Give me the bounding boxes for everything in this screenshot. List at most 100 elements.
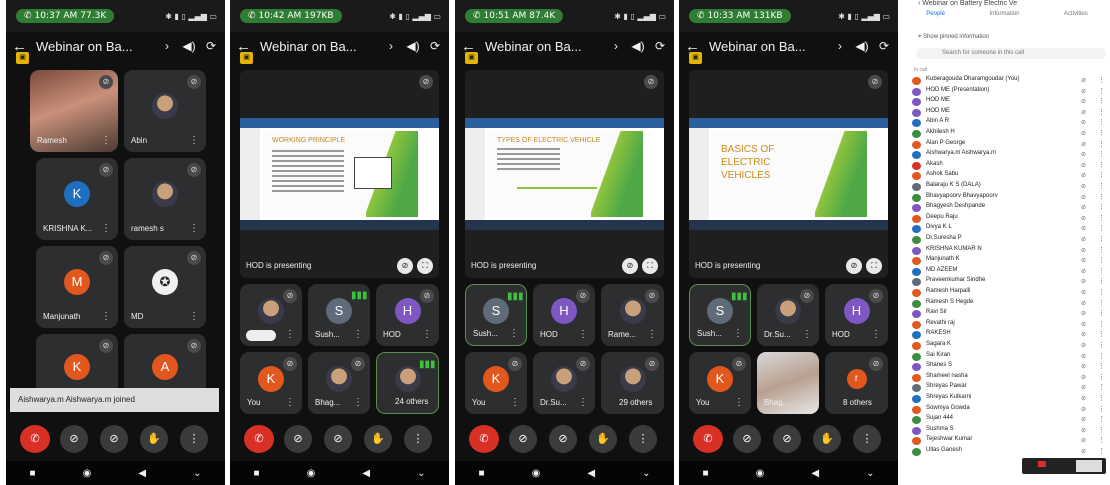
more-options-icon[interactable]: ⋮ [101, 223, 111, 234]
self-preview[interactable] [1022, 458, 1106, 474]
tab-people[interactable]: People [926, 11, 945, 17]
more-options-icon[interactable]: ⋮ [733, 328, 743, 339]
more-options-icon[interactable]: ⋮ [1098, 394, 1105, 402]
more-options-icon[interactable]: ⋮ [647, 329, 657, 340]
more-options-icon[interactable]: ⋮ [1098, 256, 1105, 264]
participant-row[interactable]: Manjunath K ⊘ ⋮ [912, 256, 1108, 266]
others-tile[interactable]: ▮▮▮ 24 others [376, 352, 439, 414]
more-button[interactable]: ⋮ [853, 425, 881, 453]
participant-row[interactable]: Dr.Suresha P ⊘ ⋮ [912, 235, 1108, 245]
more-options-icon[interactable]: ⋮ [871, 329, 881, 340]
participant-tile[interactable]: ⊘ H HOD ⋮ [825, 284, 888, 346]
presentation-view[interactable]: ⊘ WORKING PRINCIPLE HOD is presenting ⊘ … [240, 70, 439, 278]
chevron-right-icon[interactable]: › [832, 39, 848, 53]
nav-down-icon[interactable]: ⌄ [866, 468, 874, 479]
more-options-icon[interactable]: ⋮ [285, 329, 295, 340]
more-options-icon[interactable]: ⋮ [578, 329, 588, 340]
more-options-icon[interactable]: ⋮ [1098, 140, 1105, 148]
raise-hand-button[interactable]: ✋ [813, 425, 841, 453]
end-call-button[interactable]: ✆ [693, 425, 723, 453]
more-button[interactable]: ⋮ [404, 425, 432, 453]
call-pill[interactable]: ✆ 10:42 AM 197KB [240, 9, 342, 23]
participant-row[interactable]: Aishwarya.m Aishwarya.m ⊘ ⋮ [912, 150, 1108, 160]
more-options-icon[interactable]: ⋮ [1098, 405, 1105, 413]
more-button[interactable]: ⋮ [180, 425, 208, 453]
participant-tile[interactable]: ⊘ Bhag... ⋮ [308, 352, 370, 414]
participant-row[interactable]: Sai Kiran ⊘ ⋮ [912, 352, 1108, 362]
raise-hand-button[interactable]: ✋ [589, 425, 617, 453]
camera-off-button[interactable]: ⊘ [733, 425, 761, 453]
recents-icon[interactable]: ■ [30, 468, 36, 479]
more-options-icon[interactable]: ⋮ [1098, 87, 1105, 95]
presentation-view[interactable]: ⊘ TYPES OF ELECTRIC VEHICLE HOD is prese… [465, 70, 664, 278]
switch-camera-icon[interactable]: ⟳ [427, 39, 443, 53]
participant-row[interactable]: Ramesh Harpalli ⊘ ⋮ [912, 288, 1108, 298]
participant-tile[interactable]: Bhag... [757, 352, 819, 414]
switch-camera-icon[interactable]: ⟳ [203, 39, 219, 53]
participant-row[interactable]: Sowmya Gowda ⊘ ⋮ [912, 405, 1108, 415]
more-options-icon[interactable]: ⋮ [1098, 203, 1105, 211]
mute-presentation-icon[interactable]: ⊘ [846, 258, 862, 274]
participant-row[interactable]: Divya K L ⊘ ⋮ [912, 224, 1108, 234]
more-options-icon[interactable]: ⋮ [1098, 235, 1105, 243]
home-icon[interactable]: ◉ [756, 468, 765, 479]
fullscreen-icon[interactable]: ⛶ [417, 258, 433, 274]
more-options-icon[interactable]: ⋮ [1098, 108, 1105, 116]
participant-row[interactable]: Abin A R ⊘ ⋮ [912, 118, 1108, 128]
more-options-icon[interactable]: ⋮ [1098, 150, 1105, 158]
more-options-icon[interactable]: ⋮ [189, 135, 199, 146]
more-options-icon[interactable]: ⋮ [1098, 362, 1105, 370]
more-options-icon[interactable]: ⋮ [189, 223, 199, 234]
participant-tile[interactable]: ⊘ K [36, 334, 118, 394]
more-button[interactable]: ⋮ [629, 425, 657, 453]
meeting-title[interactable]: Webinar on Ba... [485, 39, 602, 54]
back-icon[interactable]: ◀ [587, 468, 595, 479]
camera-off-button[interactable]: ⊘ [60, 425, 88, 453]
participant-tile[interactable]: ⊘ ✪ MD ⋮ [124, 246, 206, 328]
participant-row[interactable]: Ravi Sir ⊘ ⋮ [912, 309, 1108, 319]
end-call-button[interactable]: ✆ [469, 425, 499, 453]
home-icon[interactable]: ◉ [83, 468, 92, 479]
participant-tile[interactable]: ⊘ Abin ⋮ [124, 70, 206, 152]
more-options-icon[interactable]: ⋮ [734, 397, 744, 408]
mute-presentation-icon[interactable]: ⊘ [622, 258, 638, 274]
participant-row[interactable]: HOD ME ⊘ ⋮ [912, 108, 1108, 118]
more-options-icon[interactable]: ⋮ [1098, 182, 1105, 190]
participant-row[interactable]: Ashok Sabu ⊘ ⋮ [912, 171, 1108, 181]
speaker-icon[interactable]: ◀︎) [405, 39, 421, 53]
more-options-icon[interactable]: ⋮ [802, 329, 812, 340]
mic-off-button[interactable]: ⊘ [773, 425, 801, 453]
meeting-title[interactable]: Webinar on Ba... [709, 39, 826, 54]
back-icon[interactable]: ◀ [138, 468, 146, 479]
recents-icon[interactable]: ■ [703, 468, 709, 479]
participant-tile[interactable]: ⊘ K KRISHNA K... ⋮ [36, 158, 118, 240]
chevron-right-icon[interactable]: › [608, 39, 624, 53]
more-options-icon[interactable]: ⋮ [1098, 436, 1105, 444]
nav-down-icon[interactable]: ⌄ [642, 468, 650, 479]
more-options-icon[interactable]: ⋮ [1098, 267, 1105, 275]
more-options-icon[interactable]: ⋮ [353, 329, 363, 340]
participant-tile[interactable]: ⊘ ramesh s ⋮ [124, 158, 206, 240]
participant-tile[interactable]: ⊘ ⋮ [240, 284, 302, 346]
show-pinned-info[interactable]: ⌖ Show pinned information [918, 34, 989, 41]
participant-row[interactable]: Ullas Ganesh ⊘ ⋮ [912, 447, 1108, 457]
participant-row[interactable]: Bhavyapoorv Bhavyapoorv ⊘ ⋮ [912, 193, 1108, 203]
chevron-right-icon[interactable]: › [159, 39, 175, 53]
participant-row[interactable]: Akhilesh H ⊘ ⋮ [912, 129, 1108, 139]
home-icon[interactable]: ◉ [307, 468, 316, 479]
others-tile[interactable]: ⊘ 29 others [601, 352, 664, 414]
meeting-title[interactable]: Webinar on Ba... [260, 39, 377, 54]
participant-tile[interactable]: ▮▮▮ S Sush... ⋮ [308, 284, 370, 346]
call-pill[interactable]: ✆ 10:37 AM 77.3K [16, 9, 115, 23]
participant-tile[interactable]: ⊘ K You ⋮ [465, 352, 527, 414]
participant-tile[interactable]: ⊘ K You ⋮ [689, 352, 751, 414]
participant-row[interactable]: Tejeshwar Kumar ⊘ ⋮ [912, 436, 1108, 446]
participant-tile[interactable]: ⊘ Dr.Su... ⋮ [533, 352, 595, 414]
tab-information[interactable]: Information [989, 11, 1019, 17]
participant-row[interactable]: Bhagyesh Deshpande ⊘ ⋮ [912, 203, 1108, 213]
raise-hand-button[interactable]: ✋ [364, 425, 392, 453]
camera-off-button[interactable]: ⊘ [509, 425, 537, 453]
more-options-icon[interactable]: ⋮ [1098, 426, 1105, 434]
more-options-icon[interactable]: ⋮ [422, 329, 432, 340]
participant-row[interactable]: Akash ⊘ ⋮ [912, 161, 1108, 171]
